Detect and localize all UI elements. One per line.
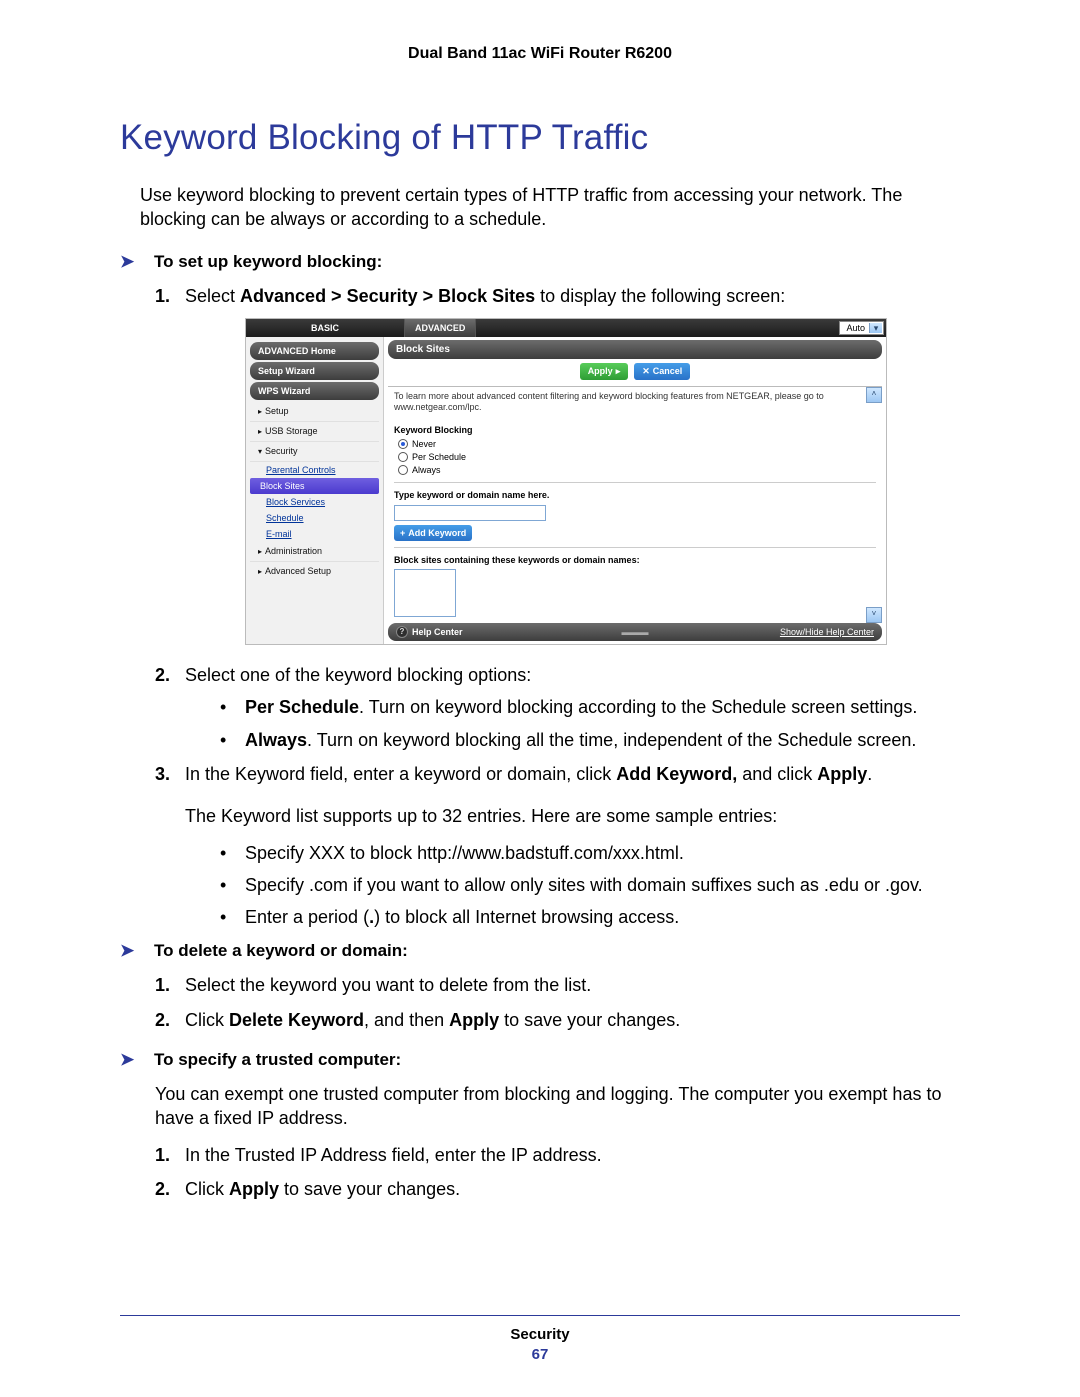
tab-basic[interactable]: BASIC	[246, 319, 405, 337]
sidebar-item-setup[interactable]: ▸Setup	[250, 402, 379, 422]
triangle-down-icon: ▾	[258, 447, 262, 456]
page-title: Keyword Blocking of HTTP Traffic	[120, 118, 960, 158]
scroll-down-icon[interactable]: ˅	[866, 607, 882, 623]
step-text: Select	[185, 286, 240, 306]
radio-per-schedule[interactable]: Per Schedule	[398, 451, 876, 463]
panel-title: Block Sites	[388, 340, 882, 360]
page-footer: Security 67	[120, 1315, 960, 1363]
step-text: Select one of the keyword blocking optio…	[185, 665, 531, 685]
radio-always[interactable]: Always	[398, 464, 876, 476]
chevron-right-icon: ➤	[120, 941, 140, 961]
show-hide-help-link[interactable]: Show/Hide Help Center	[780, 626, 874, 638]
chevron-down-icon: ▾	[869, 323, 882, 333]
procedure-heading-trusted: ➤ To specify a trusted computer:	[120, 1050, 960, 1070]
sidebar-nav: ADVANCED Home Setup Wizard WPS Wizard ▸S…	[246, 337, 384, 644]
bullet-item: Enter a period (.) to block all Internet…	[185, 905, 960, 929]
procedure-heading-delete: ➤ To delete a keyword or domain:	[120, 941, 960, 961]
triangle-right-icon: ▸	[258, 407, 262, 416]
apply-button[interactable]: Apply▸	[580, 363, 629, 379]
sidebar-item-email[interactable]: E-mail	[250, 526, 379, 542]
procedure-intro: You can exempt one trusted computer from…	[155, 1082, 960, 1131]
chevron-right-icon: ➤	[120, 1050, 140, 1070]
block-list-label: Block sites containing these keywords or…	[394, 554, 876, 566]
help-center-bar: ? Help Center ▬▬▬ Show/Hide Help Center	[388, 623, 882, 641]
chevron-right-icon: ➤	[120, 252, 140, 272]
scroll-up-icon[interactable]: ˄	[866, 387, 882, 403]
keyword-blocking-label: Keyword Blocking	[394, 424, 876, 436]
sidebar-item-administration[interactable]: ▸Administration	[250, 542, 379, 562]
keyword-input-label: Type keyword or domain name here.	[394, 489, 876, 501]
step-text: to display the following screen:	[535, 286, 785, 306]
bullet-item: Specify .com if you want to allow only s…	[185, 873, 960, 897]
sidebar-item-block-sites[interactable]: Block Sites	[250, 478, 379, 494]
triangle-right-icon: ▸	[258, 567, 262, 576]
radio-icon	[398, 439, 408, 449]
intro-text: Use keyword blocking to prevent certain …	[140, 183, 960, 232]
select-value: Auto	[846, 322, 865, 334]
x-icon: ✕	[642, 365, 650, 377]
keyword-listbox[interactable]	[394, 569, 456, 617]
help-icon: ?	[396, 626, 408, 638]
plus-icon: +	[400, 527, 405, 539]
procedure-heading-text: To set up keyword blocking:	[154, 252, 382, 272]
bullet-item: Always. Turn on keyword blocking all the…	[185, 728, 960, 752]
tab-advanced[interactable]: ADVANCED	[405, 319, 476, 337]
step-item: 3. In the Keyword field, enter a keyword…	[120, 762, 960, 786]
chapter-label: Security	[120, 1326, 960, 1343]
main-panel: Block Sites Apply▸ ✕Cancel ˄ ˅ To learn …	[384, 337, 886, 644]
document-header: Dual Band 11ac WiFi Router R6200	[120, 45, 960, 63]
radio-icon	[398, 452, 408, 462]
triangle-right-icon: ▸	[258, 427, 262, 436]
step-item: 2. Click Apply to save your changes.	[120, 1177, 960, 1201]
play-icon: ▸	[616, 365, 621, 377]
sidebar-item-usb-storage[interactable]: ▸USB Storage	[250, 422, 379, 442]
step-item: 2. Click Delete Keyword, and then Apply …	[120, 1008, 960, 1032]
sidebar-item-advanced-setup[interactable]: ▸Advanced Setup	[250, 562, 379, 581]
menu-path: Advanced > Security > Block Sites	[240, 286, 535, 306]
sidebar-item-parental-controls[interactable]: Parental Controls	[250, 462, 379, 478]
page-number: 67	[120, 1346, 960, 1363]
router-ui-screenshot: BASIC ADVANCED Auto ▾ ADVANCED Home Setu…	[245, 318, 887, 645]
sidebar-item-wps-wizard[interactable]: WPS Wizard	[250, 382, 379, 400]
radio-icon	[398, 465, 408, 475]
bullet-item: Per Schedule. Turn on keyword blocking a…	[185, 695, 960, 719]
procedure-heading-text: To delete a keyword or domain:	[154, 941, 408, 961]
info-text: To learn more about advanced content fil…	[394, 391, 876, 414]
step-item: 1. Select Advanced > Security > Block Si…	[120, 284, 960, 645]
procedure-heading-text: To specify a trusted computer:	[154, 1050, 401, 1070]
sidebar-item-setup-wizard[interactable]: Setup Wizard	[250, 362, 379, 380]
language-select[interactable]: Auto ▾	[839, 321, 884, 335]
keyword-input[interactable]	[394, 505, 546, 521]
cancel-button[interactable]: ✕Cancel	[634, 363, 690, 379]
sidebar-item-schedule[interactable]: Schedule	[250, 510, 379, 526]
step-item: 2. Select one of the keyword blocking op…	[120, 663, 960, 752]
triangle-right-icon: ▸	[258, 547, 262, 556]
help-center-label: Help Center	[412, 626, 463, 638]
step-item: 1.In the Trusted IP Address field, enter…	[120, 1143, 960, 1167]
radio-never[interactable]: Never	[398, 438, 876, 450]
drag-grip-icon[interactable]: ▬▬▬	[622, 626, 649, 638]
top-tab-bar: BASIC ADVANCED Auto ▾	[246, 319, 886, 337]
add-keyword-button[interactable]: +Add Keyword	[394, 525, 472, 541]
note-text: The Keyword list supports up to 32 entri…	[185, 804, 960, 828]
bullet-item: Specify XXX to block http://www.badstuff…	[185, 841, 960, 865]
procedure-heading-setup: ➤ To set up keyword blocking:	[120, 252, 960, 272]
sidebar-item-block-services[interactable]: Block Services	[250, 494, 379, 510]
sidebar-item-advanced-home[interactable]: ADVANCED Home	[250, 342, 379, 360]
sidebar-item-security[interactable]: ▾Security	[250, 442, 379, 462]
step-item: 1.Select the keyword you want to delete …	[120, 973, 960, 997]
